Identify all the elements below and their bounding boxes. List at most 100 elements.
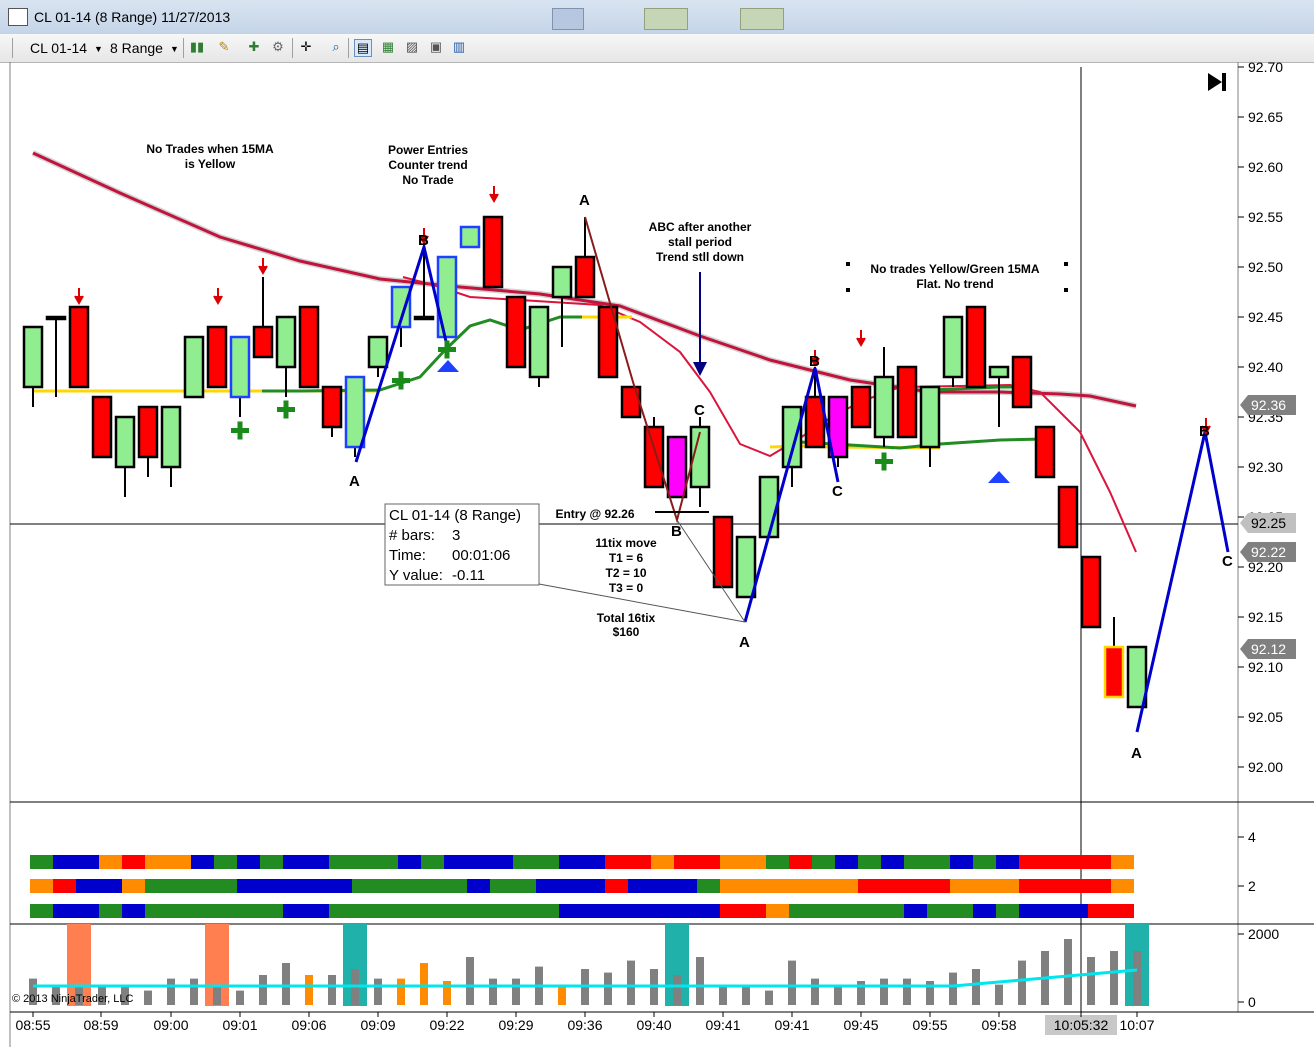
volume-bar (420, 963, 428, 1005)
strategy-icon[interactable]: ⚙ (270, 39, 286, 55)
wave-label: A (579, 192, 590, 209)
trend-band-cell (329, 855, 352, 869)
volume-bar (765, 990, 773, 1005)
trend-band-cell (513, 904, 536, 918)
trend-band-cell (352, 904, 375, 918)
trend-band-cell (214, 879, 237, 893)
instrument-selector[interactable]: CL 01-14 (30, 40, 87, 56)
wave-label: C (694, 402, 705, 419)
data-box-title: CL 01-14 (8 Range) (389, 507, 521, 524)
data-box-value: 00:01:06 (452, 547, 510, 564)
buy-triangle-icon (988, 471, 1010, 483)
price-tick-label: 92.15 (1248, 609, 1283, 625)
trend-band-cell (996, 855, 1019, 869)
trend-band-cell (743, 904, 766, 918)
volume-bar (719, 984, 727, 1005)
trend-band-cell (950, 855, 973, 869)
snapshot-icon[interactable]: ▣ (428, 39, 444, 55)
trend-band-cell (1019, 879, 1042, 893)
time-tick-label: 09:58 (981, 1017, 1016, 1033)
interval-selector[interactable]: 8 Range (110, 40, 163, 56)
trend-band-cell (1042, 904, 1065, 918)
time-tick-label: 09:06 (291, 1017, 326, 1033)
trend-band-cell (1019, 855, 1042, 869)
volume-bar (903, 978, 911, 1005)
crosshair-icon[interactable]: ✛ (298, 39, 314, 55)
candle-body (896, 365, 918, 439)
chart-icon[interactable]: ▨ (404, 39, 420, 55)
volume-bar (880, 978, 888, 1005)
toolbar-separator (292, 38, 293, 58)
trend-band-cell (76, 904, 99, 918)
trend-band-cell (674, 904, 697, 918)
time-tick-label: 10:05:32 (1054, 1017, 1109, 1033)
candle-body (942, 315, 964, 379)
trend-band-cell (651, 904, 674, 918)
trend-band-cell (260, 879, 283, 893)
wave-label: A (1131, 745, 1142, 762)
trend-band-cell (789, 904, 812, 918)
candle-body (206, 325, 228, 389)
data-box: CL 01-14 (8 Range) # bars: 3 Time: 00:01… (384, 503, 540, 586)
toolbar-separator (183, 38, 184, 58)
chart-trader-icon[interactable]: ▦ (380, 39, 396, 55)
time-tick-label: 09:29 (498, 1017, 533, 1033)
trend-band-cell (191, 879, 214, 893)
volume-bar (627, 960, 635, 1005)
volume-bar (788, 960, 796, 1005)
annotation-text: No trades Yellow/Green 15MA (870, 262, 1040, 276)
volume-bar (604, 972, 612, 1005)
scroll-to-end-icon[interactable] (1208, 73, 1226, 91)
trend-band-cell (858, 904, 881, 918)
trend-band-cell (1065, 904, 1088, 918)
candle-body (551, 265, 573, 299)
candle-body (275, 315, 297, 369)
volume-bar (811, 978, 819, 1005)
trend-band-cell (881, 904, 904, 918)
trend-band-cell (421, 879, 444, 893)
trend-band-cell (352, 879, 375, 893)
data-box-label: Y value: (389, 567, 443, 584)
instrument-dropdown-icon[interactable]: ▼ (94, 44, 103, 54)
trend-band-cell (237, 904, 260, 918)
zoom-icon[interactable]: ⌕ (328, 39, 344, 55)
data-box-icon[interactable]: ▤ (354, 39, 372, 57)
candle-body (666, 435, 688, 499)
trend-band-cell (835, 904, 858, 918)
interval-dropdown-icon[interactable]: ▼ (170, 44, 179, 54)
price-chart[interactable]: 92.7092.6592.6092.5592.5092.4592.4092.35… (0, 62, 1314, 1047)
app-thumb-3[interactable] (740, 8, 784, 30)
candle-body (367, 335, 389, 369)
trend-band-cell (1088, 855, 1111, 869)
panel2-tick-label: 2 (1248, 878, 1256, 894)
trend-band-cell (283, 879, 306, 893)
plus-icon (398, 371, 404, 390)
chart-app-icon (8, 8, 28, 26)
pencil-icon[interactable]: ✎ (216, 39, 232, 55)
trend-band-cell (559, 855, 582, 869)
data-box-value: 3 (452, 527, 460, 544)
trend-band-cell (605, 904, 628, 918)
trend-band-cell (283, 855, 306, 869)
price-tick-label: 92.50 (1248, 259, 1283, 275)
add-indicator-icon[interactable]: ✚ (246, 39, 262, 55)
candle-body (1103, 645, 1125, 699)
annotation-text: stall period (668, 235, 732, 249)
annotation-text: No Trade (402, 173, 454, 187)
candle-body (919, 385, 941, 449)
volume-bar (1018, 960, 1026, 1005)
candle-body (68, 305, 90, 389)
trend-band-cell (53, 855, 76, 869)
wave-label: B (1199, 423, 1210, 440)
candle-body (252, 325, 274, 359)
price-tick-label: 92.10 (1248, 659, 1283, 675)
trend-band-cell (467, 879, 490, 893)
properties-icon[interactable]: ▥ (451, 39, 467, 55)
volume-bar (696, 957, 704, 1005)
app-thumb-2[interactable] (644, 8, 688, 30)
trend-band-cell (214, 855, 237, 869)
app-thumb-1[interactable] (552, 8, 584, 30)
trend-band-cell (375, 855, 398, 869)
window-title: CL 01-14 (8 Range) 11/27/2013 (34, 9, 231, 25)
bar-style-icon[interactable]: ▮▮ (189, 39, 205, 55)
